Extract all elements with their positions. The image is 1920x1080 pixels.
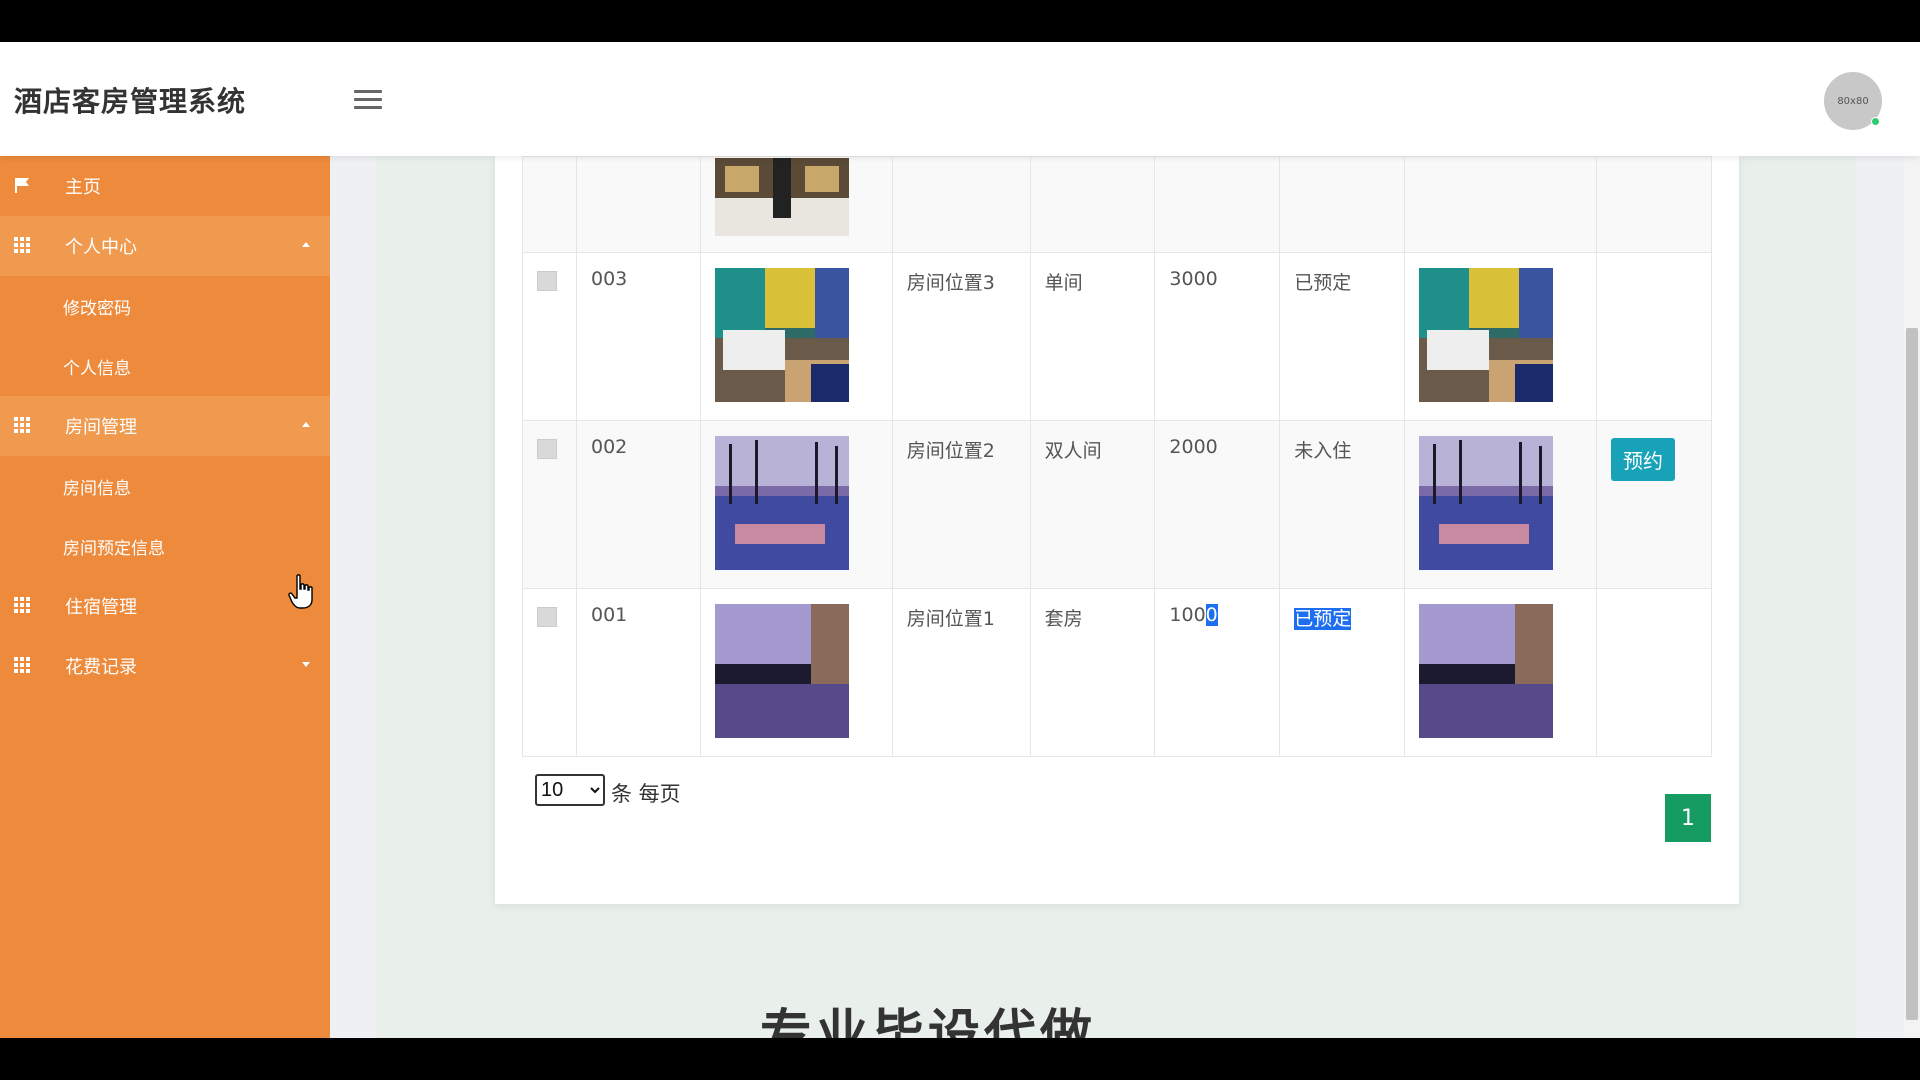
sidebar-item-lodging-management[interactable]: 住宿管理 <box>0 576 330 636</box>
screen-letterbox-top <box>0 0 1920 42</box>
flag-icon <box>15 178 29 193</box>
room-type-cell: 单间 <box>1029 252 1156 421</box>
page-number-button[interactable]: 1 <box>1665 794 1711 842</box>
table-row <box>522 156 1712 253</box>
promo-banner-text: 专业毕设代做 <box>760 1005 1097 1038</box>
room-photo <box>1419 436 1554 570</box>
room-id-cell: 002 <box>575 420 701 589</box>
sidebar-item-label: 主页 <box>65 177 101 198</box>
price-text: 100 <box>1169 604 1206 626</box>
room-location-cell: 房间位置3 <box>891 252 1031 421</box>
room-photo <box>714 436 849 570</box>
book-button[interactable]: 预约 <box>1611 438 1676 481</box>
chevron-down-icon <box>302 662 310 667</box>
chevron-up-icon <box>302 242 310 247</box>
row-select-checkbox[interactable] <box>537 607 557 627</box>
sidebar-item-label: 房间管理 <box>65 417 137 438</box>
app-window: 酒店客房管理系统 80x80 主页 个人中心 修改密码 个人信息 房间管理 房间… <box>0 42 1920 1038</box>
user-avatar[interactable]: 80x80 <box>1824 72 1882 130</box>
menu-toggle-icon[interactable] <box>354 90 382 112</box>
selected-text: 0 <box>1205 604 1218 626</box>
room-id-cell: 001 <box>575 588 701 757</box>
table-row: 003 房间位置3 单间 3000 已预定 <box>522 252 1712 421</box>
room-type-cell: 套房 <box>1029 588 1156 757</box>
room-type-cell: 双人间 <box>1029 420 1156 589</box>
row-select-checkbox[interactable] <box>537 439 557 459</box>
sidebar-subitem-personal-info[interactable]: 个人信息 <box>0 336 330 396</box>
row-action-cell <box>1596 252 1712 421</box>
mouse-pointer-hand-icon <box>288 574 313 609</box>
room-price-cell: 1000 <box>1154 588 1281 757</box>
table-row: 001 房间位置1 套房 1000 已预定 <box>522 588 1712 757</box>
row-action-cell <box>1596 588 1712 757</box>
sidebar-item-room-management[interactable]: 房间管理 <box>0 396 330 456</box>
room-status-cell: 未入住 <box>1279 420 1406 589</box>
sidebar-item-personal-center[interactable]: 个人中心 <box>0 216 330 276</box>
sidebar-item-label: 个人中心 <box>65 237 137 258</box>
sidebar-item-home[interactable]: 主页 <box>0 156 330 216</box>
sidebar-subitem-room-booking-info[interactable]: 房间预定信息 <box>0 516 330 576</box>
room-status-cell: 已预定 <box>1279 588 1406 757</box>
room-photo <box>714 268 849 402</box>
room-location-cell: 房间位置2 <box>891 420 1031 589</box>
selected-text: 已预定 <box>1294 608 1352 630</box>
room-photo <box>1419 268 1554 402</box>
sidebar-item-expense-records[interactable]: 花费记录 <box>0 636 330 696</box>
per-page-label: 条 每页 <box>611 782 681 806</box>
sidebar-item-label: 住宿管理 <box>65 597 137 618</box>
top-header: 酒店客房管理系统 80x80 <box>0 42 1920 156</box>
sidebar-subitem-change-password[interactable]: 修改密码 <box>0 276 330 336</box>
app-title: 酒店客房管理系统 <box>14 85 247 118</box>
room-table: 003 房间位置3 单间 3000 已预定 002 房间位置2 双人间 2000… <box>522 156 1712 757</box>
room-id-cell: 003 <box>575 252 701 421</box>
sidebar-subitem-room-info[interactable]: 房间信息 <box>0 456 330 516</box>
avatar-placeholder-text: 80x80 <box>1837 95 1869 107</box>
screen-letterbox-bottom <box>0 1038 1920 1080</box>
table-row: 002 房间位置2 双人间 2000 未入住 预约 <box>522 420 1712 589</box>
row-select-checkbox[interactable] <box>537 271 557 291</box>
grid-icon <box>14 417 30 433</box>
chevron-up-icon <box>302 422 310 427</box>
per-page-select[interactable]: 10 <box>535 774 605 806</box>
sidebar: 主页 个人中心 修改密码 个人信息 房间管理 房间信息 房间预定信息 住宿管理 … <box>0 156 330 1038</box>
grid-icon <box>14 657 30 673</box>
room-price-cell: 2000 <box>1154 420 1281 589</box>
room-photo <box>714 158 849 236</box>
room-price-cell: 3000 <box>1154 252 1281 421</box>
room-status-cell: 已预定 <box>1279 252 1406 421</box>
grid-icon <box>14 237 30 253</box>
online-status-dot <box>1871 117 1880 126</box>
room-location-cell: 房间位置1 <box>891 588 1031 757</box>
grid-icon <box>14 597 30 613</box>
scrollbar-thumb[interactable] <box>1906 328 1918 1020</box>
room-table-card: 003 房间位置3 单间 3000 已预定 002 房间位置2 双人间 2000… <box>495 156 1739 904</box>
room-photo <box>1419 604 1554 738</box>
sidebar-item-label: 花费记录 <box>65 657 137 678</box>
room-photo <box>714 604 849 738</box>
